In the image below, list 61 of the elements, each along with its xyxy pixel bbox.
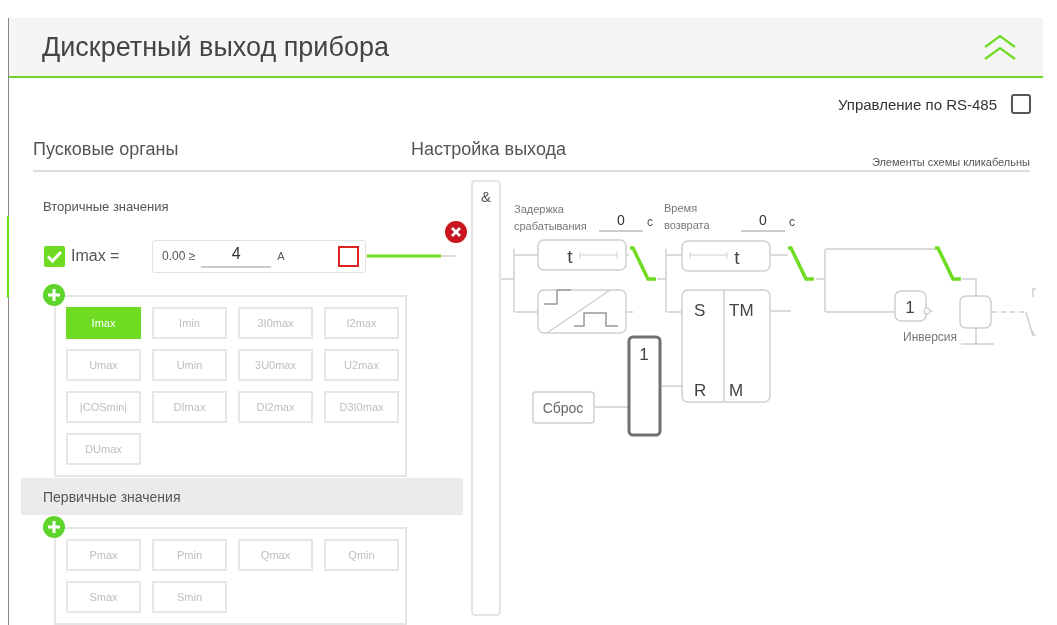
rs485-checkbox[interactable] — [1011, 94, 1031, 114]
delay-input-field[interactable]: 0 — [599, 210, 643, 232]
connector-line — [770, 310, 792, 312]
unit-label: с — [647, 215, 653, 229]
quantity-button[interactable]: Imin — [152, 307, 227, 339]
reset-button[interactable]: Сброс — [532, 391, 595, 424]
quantity-button[interactable]: Qmin — [324, 539, 399, 571]
quantity-button[interactable]: Smin — [152, 581, 227, 613]
connector-line — [770, 254, 789, 256]
return-timer-block[interactable]: t — [681, 240, 771, 272]
switch-icon[interactable] — [935, 246, 961, 281]
quantity-button[interactable]: Smax — [66, 581, 141, 613]
return-input-field[interactable]: 0 — [741, 210, 785, 232]
enable-checkbox[interactable] — [44, 245, 65, 267]
switch-icon[interactable] — [630, 246, 656, 281]
quantity-button[interactable]: 3I0max — [238, 307, 313, 339]
connector-line — [626, 311, 634, 313]
add-icon[interactable] — [43, 284, 65, 306]
section-title: Пусковые органы — [33, 139, 180, 161]
quantity-button[interactable]: D3I0max — [324, 391, 399, 423]
flag-checkbox[interactable] — [338, 245, 359, 267]
min-value-label: 0.00 ≥ — [162, 249, 196, 263]
switch-icon[interactable] — [788, 246, 814, 281]
connector-line — [594, 406, 629, 408]
pulse-converter-block[interactable] — [537, 289, 627, 334]
condition-label: Imax = — [71, 247, 121, 265]
quantity-button[interactable]: Umax — [66, 349, 141, 381]
panel-title: Дискретный выход прибора — [42, 31, 390, 63]
section-title: Настройка выхода — [411, 139, 568, 161]
unit-label: A — [277, 250, 285, 262]
group-heading: Первичные значения — [21, 478, 463, 515]
threshold-input-field[interactable]: 4 — [201, 244, 272, 268]
quantity-button[interactable]: 3U0max — [238, 349, 313, 381]
inverter-caption: Инверсия — [903, 330, 958, 344]
collapse-icon[interactable] — [983, 33, 1017, 61]
quantity-button[interactable]: Pmin — [152, 539, 227, 571]
add-icon[interactable] — [43, 516, 65, 538]
quantity-button[interactable]: DI2max — [238, 391, 313, 423]
quantity-button[interactable]: Umin — [152, 349, 227, 381]
hint-text: Элементы схемы кликабельны — [871, 156, 1030, 170]
rs485-label: Управление по RS-485 — [837, 95, 997, 113]
unit-label: с — [789, 215, 795, 229]
quantity-button[interactable]: DUmax — [66, 433, 141, 465]
quantity-button[interactable]: Qmax — [238, 539, 313, 571]
or-block[interactable]: 1 — [627, 335, 662, 437]
quantity-button[interactable]: DImax — [152, 391, 227, 423]
return-time-label: Время возврата — [664, 201, 711, 233]
quantity-button[interactable]: I2max — [324, 307, 399, 339]
sr-latch-block[interactable]: S TM R M — [681, 289, 771, 403]
connector-line — [961, 278, 977, 297]
delay-timer-block[interactable]: t — [537, 239, 627, 271]
remove-icon[interactable] — [445, 221, 467, 243]
connector-line — [661, 385, 683, 387]
quantity-button[interactable]: |COSmin| — [66, 391, 141, 423]
delay-label: Задержка срабатывания — [514, 202, 588, 234]
quantity-button[interactable]: Imax — [66, 307, 141, 339]
quantity-button[interactable]: Pmax — [66, 539, 141, 571]
and-block[interactable]: & — [471, 180, 501, 616]
group-heading: Вторичные значения — [43, 199, 170, 216]
quantity-button[interactable]: U2max — [324, 349, 399, 381]
connector-line — [626, 254, 630, 256]
